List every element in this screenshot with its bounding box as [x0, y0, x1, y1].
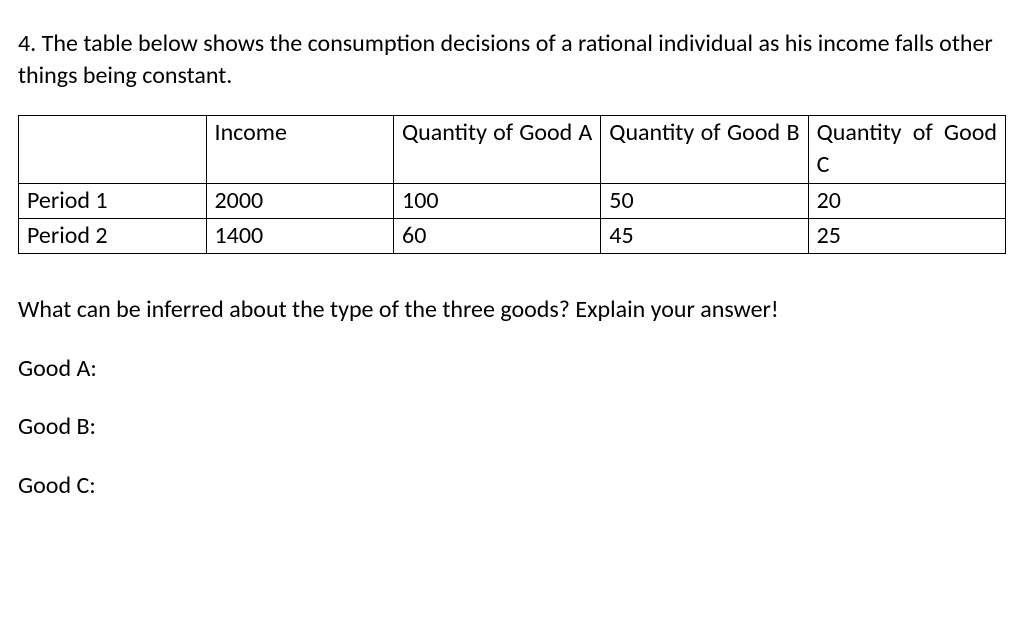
- cell-good-b: 45: [601, 218, 808, 253]
- cell-good-a: 100: [394, 183, 601, 218]
- table-row: Period 1 2000 100 50 20: [19, 183, 1006, 218]
- header-income: Income: [206, 115, 394, 183]
- header-good-a: Quantity of Good A: [394, 115, 601, 183]
- cell-good-c: 20: [808, 183, 1005, 218]
- answer-good-a: Good A:: [18, 353, 1006, 385]
- table-row: Period 2 1400 60 45 25: [19, 218, 1006, 253]
- cell-good-a: 60: [394, 218, 601, 253]
- cell-period: Period 2: [19, 218, 207, 253]
- cell-income: 1400: [206, 218, 394, 253]
- header-good-c: Quantity of Good C: [808, 115, 1005, 183]
- answer-good-b: Good B:: [18, 411, 1006, 443]
- question-text: What can be inferred about the type of t…: [18, 294, 1006, 326]
- cell-income: 2000: [206, 183, 394, 218]
- consumption-table: Income Quantity of Good A Quantity of Go…: [18, 115, 1006, 255]
- header-good-b: Quantity of Good B: [601, 115, 808, 183]
- cell-good-c: 25: [808, 218, 1005, 253]
- answer-good-c: Good C:: [18, 470, 1006, 502]
- cell-good-b: 50: [601, 183, 808, 218]
- question-intro: 4. The table below shows the consumption…: [18, 28, 1006, 93]
- header-empty: [19, 115, 207, 183]
- cell-period: Period 1: [19, 183, 207, 218]
- table-header-row: Income Quantity of Good A Quantity of Go…: [19, 115, 1006, 183]
